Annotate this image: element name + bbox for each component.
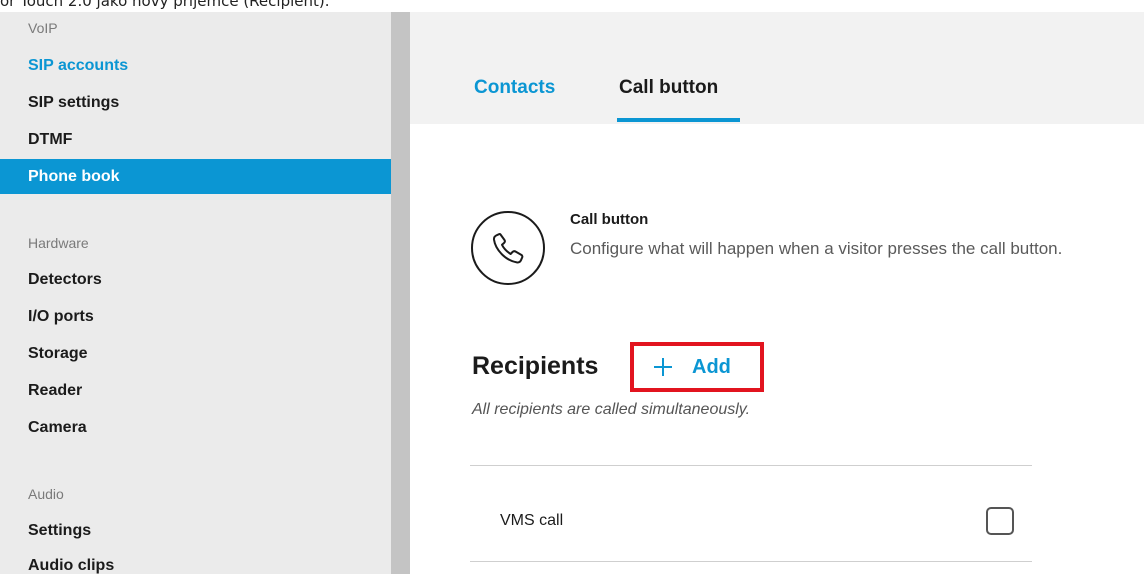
sidebar-group-audio: Audio xyxy=(28,486,64,502)
sidebar-item-sip-accounts[interactable]: SIP accounts xyxy=(28,57,128,75)
divider xyxy=(470,465,1032,466)
sidebar-item-storage[interactable]: Storage xyxy=(28,345,88,363)
sidebar-item-sip-settings[interactable]: SIP settings xyxy=(28,94,119,112)
sidebar-group-voip: VoIP xyxy=(28,20,58,36)
sidebar-item-io-ports[interactable]: I/O ports xyxy=(28,308,94,326)
sidebar-item-audio-clips[interactable]: Audio clips xyxy=(28,557,114,574)
tab-contacts[interactable]: Contacts xyxy=(474,77,555,99)
call-button-title: Call button xyxy=(570,211,649,228)
plus-icon xyxy=(654,358,672,376)
sidebar-item-settings[interactable]: Settings xyxy=(28,522,91,540)
sidebar-item-phone-book[interactable]: Phone book xyxy=(0,159,391,194)
top-caption: or Touch 2.0 jako nový příjemce (Recipie… xyxy=(0,0,1144,11)
recipients-title: Recipients xyxy=(472,352,599,380)
sidebar: VoIP SIP accounts SIP settings DTMF Phon… xyxy=(0,12,391,574)
sidebar-group-hardware: Hardware xyxy=(28,235,89,251)
tab-call-button[interactable]: Call button xyxy=(619,77,718,99)
recipient-row-label: VMS call xyxy=(500,512,564,529)
sidebar-item-dtmf[interactable]: DTMF xyxy=(28,131,72,149)
add-recipient-button[interactable]: Add xyxy=(652,350,731,384)
sidebar-item-camera[interactable]: Camera xyxy=(28,419,87,437)
recipient-checkbox[interactable] xyxy=(986,507,1014,535)
sidebar-scrollbar[interactable] xyxy=(391,12,410,574)
phone-icon xyxy=(471,211,545,285)
active-tab-indicator xyxy=(617,118,740,122)
sidebar-item-reader[interactable]: Reader xyxy=(28,382,82,400)
divider xyxy=(470,561,1032,562)
sidebar-item-detectors[interactable]: Detectors xyxy=(28,271,102,289)
tab-bar xyxy=(410,12,1144,124)
add-label: Add xyxy=(692,355,731,378)
recipients-subtitle: All recipients are called simultaneously… xyxy=(472,401,751,418)
call-button-description: Configure what will happen when a visito… xyxy=(570,239,1063,258)
